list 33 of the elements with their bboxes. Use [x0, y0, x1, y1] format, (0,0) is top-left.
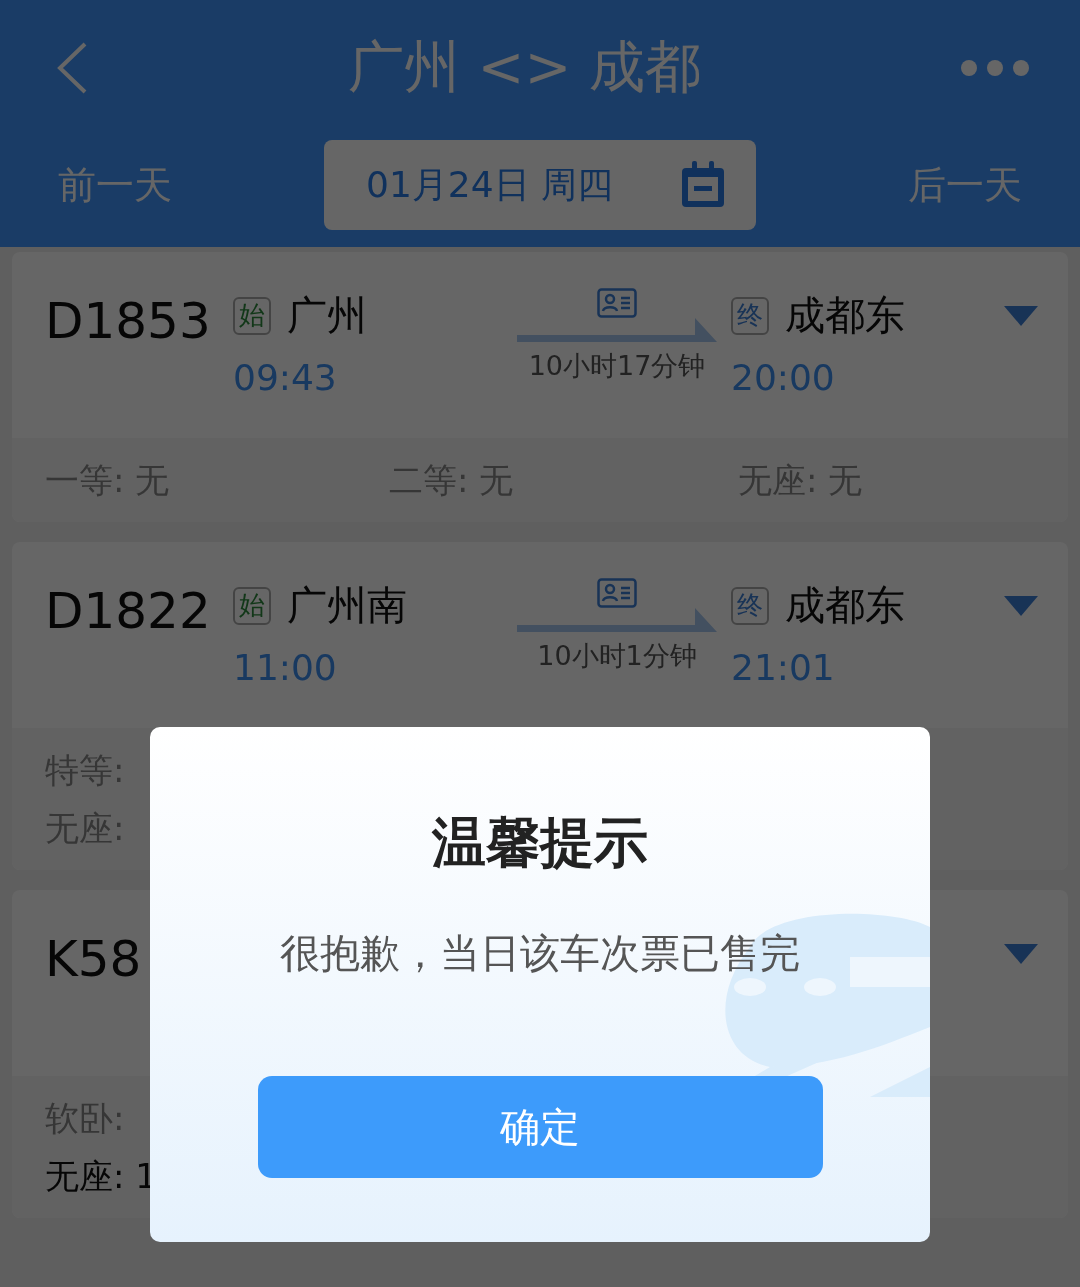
id-card-icon	[597, 288, 637, 318]
station-tag: 终	[731, 586, 769, 625]
confirm-button[interactable]: 确定	[257, 1076, 823, 1178]
departure-time: 09:43	[233, 357, 338, 398]
previous-day-link[interactable]: 前一天	[58, 159, 172, 211]
expand-caret-icon[interactable]	[1004, 306, 1038, 326]
arrow-icon	[517, 608, 717, 632]
train-number: D1822	[45, 582, 212, 640]
station-name: 成都东	[785, 291, 905, 340]
station-tag: 终	[731, 296, 769, 335]
station-name: 广州	[287, 291, 367, 340]
arrival-time: 20:00	[731, 357, 836, 398]
calendar-icon	[680, 161, 726, 209]
route-title: 广州 <> 成都	[347, 32, 702, 101]
expand-caret-icon[interactable]	[1004, 944, 1038, 964]
departure-time: 11:00	[233, 647, 338, 688]
more-icon[interactable]	[960, 58, 1030, 77]
station-name: 成都东	[785, 581, 905, 630]
date-picker[interactable]: 01月24日 周四	[324, 140, 756, 230]
id-card-icon	[597, 578, 637, 608]
arrow-icon	[517, 318, 717, 342]
next-day-link[interactable]: 后一天	[908, 159, 1022, 211]
station-tag: 始	[233, 296, 271, 335]
travel-duration: 10小时1分钟	[537, 639, 697, 673]
train-number: D1853	[45, 292, 212, 350]
dialog-message: 很抱歉，当日该车次票已售完	[280, 929, 800, 978]
train-number: K58	[45, 930, 143, 988]
station-tag: 始	[233, 586, 271, 625]
expand-caret-icon[interactable]	[1004, 596, 1038, 616]
back-icon[interactable]	[55, 40, 89, 95]
station-name: 广州南	[287, 581, 407, 630]
arrival-time: 21:01	[731, 647, 836, 688]
travel-duration: 10小时17分钟	[528, 349, 706, 383]
